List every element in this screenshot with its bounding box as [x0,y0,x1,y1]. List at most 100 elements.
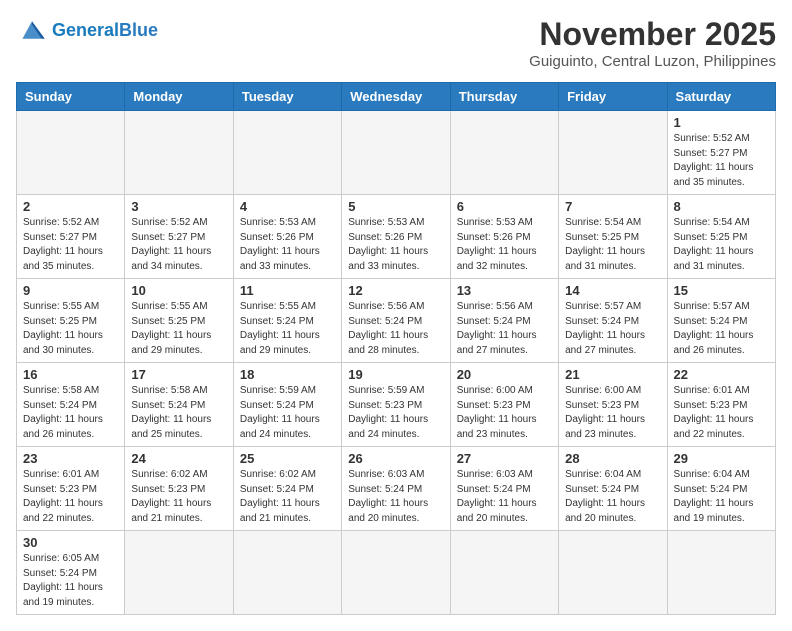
week-row-3: 16 Sunrise: 5:58 AM Sunset: 5:24 PM Dayli… [17,363,776,447]
calendar-cell [125,111,233,195]
day-number: 23 [23,451,118,466]
calendar-cell: 22 Sunrise: 6:01 AM Sunset: 5:23 PM Dayli… [667,363,775,447]
calendar-cell: 15Sunrise: 5:57 AM Sunset: 5:24 PM Dayli… [667,279,775,363]
day-info: Sunrise: 5:53 AM Sunset: 5:26 PM Dayligh… [348,216,443,274]
calendar-cell: 7 Sunrise: 5:54 AM Sunset: 5:25 PM Daylig… [559,195,667,279]
calendar-cell: 12Sunrise: 5:56 AM Sunset: 5:24 PM Dayli… [342,279,450,363]
day-number: 14 [565,283,660,298]
day-number: 19 [348,367,443,382]
day-info: Sunrise: 5:55 AM Sunset: 5:24 PM Dayligh… [240,300,335,358]
day-number: 25 [240,451,335,466]
weekday-header-thursday: Thursday [450,83,558,111]
week-row-5: 30 Sunrise: 6:05 AM Sunset: 5:24 PM Dayli… [17,531,776,615]
calendar-cell: 25 Sunrise: 6:02 AM Sunset: 5:24 PM Dayli… [233,447,341,531]
week-row-2: 9 Sunrise: 5:55 AM Sunset: 5:25 PM Daylig… [17,279,776,363]
calendar-cell [342,111,450,195]
day-info: Sunrise: 6:00 AM Sunset: 5:23 PM Dayligh… [457,384,552,442]
day-info: Sunrise: 5:53 AM Sunset: 5:26 PM Dayligh… [240,216,335,274]
day-number: 26 [348,451,443,466]
day-info: Sunrise: 5:54 AM Sunset: 5:25 PM Dayligh… [565,216,660,274]
calendar-cell: 10Sunrise: 5:55 AM Sunset: 5:25 PM Dayli… [125,279,233,363]
day-info: Sunrise: 6:02 AM Sunset: 5:24 PM Dayligh… [240,468,335,526]
location-title: Guiguinto, Central Luzon, Philippines [529,53,776,70]
calendar-cell [450,531,558,615]
day-number: 1 [674,115,769,130]
calendar-cell [17,111,125,195]
day-info: Sunrise: 5:57 AM Sunset: 5:24 PM Dayligh… [674,300,769,358]
day-info: Sunrise: 5:59 AM Sunset: 5:24 PM Dayligh… [240,384,335,442]
day-info: Sunrise: 6:04 AM Sunset: 5:24 PM Dayligh… [565,468,660,526]
month-title: November 2025 [529,16,776,53]
header: GeneralBlue November 2025 Guiguinto, Cen… [16,16,776,70]
weekday-header-sunday: Sunday [17,83,125,111]
calendar-cell: 8 Sunrise: 5:54 AM Sunset: 5:25 PM Daylig… [667,195,775,279]
weekday-header-tuesday: Tuesday [233,83,341,111]
day-number: 24 [131,451,226,466]
day-number: 17 [131,367,226,382]
logo-text: GeneralBlue [52,21,158,39]
day-number: 7 [565,199,660,214]
weekday-header-monday: Monday [125,83,233,111]
calendar-cell [342,531,450,615]
calendar-cell [667,531,775,615]
calendar-cell: 21 Sunrise: 6:00 AM Sunset: 5:23 PM Dayli… [559,363,667,447]
day-number: 21 [565,367,660,382]
calendar-cell: 17 Sunrise: 5:58 AM Sunset: 5:24 PM Dayli… [125,363,233,447]
day-number: 12 [348,283,443,298]
weekday-header-row: SundayMondayTuesdayWednesdayThursdayFrid… [17,83,776,111]
day-number: 3 [131,199,226,214]
calendar-cell: 16Sunrise: 5:58 AM Sunset: 5:24 PM Dayli… [17,363,125,447]
calendar-cell: 1Sunrise: 5:52 AM Sunset: 5:27 PM Daylig… [667,111,775,195]
day-info: Sunrise: 6:03 AM Sunset: 5:24 PM Dayligh… [348,468,443,526]
weekday-header-wednesday: Wednesday [342,83,450,111]
day-number: 18 [240,367,335,382]
day-info: Sunrise: 6:05 AM Sunset: 5:24 PM Dayligh… [23,552,118,610]
calendar-cell: 27Sunrise: 6:03 AM Sunset: 5:24 PM Dayli… [450,447,558,531]
day-number: 30 [23,535,118,550]
day-number: 22 [674,367,769,382]
day-info: Sunrise: 5:58 AM Sunset: 5:24 PM Dayligh… [131,384,226,442]
calendar-cell: 23 Sunrise: 6:01 AM Sunset: 5:23 PM Dayli… [17,447,125,531]
calendar-cell: 28Sunrise: 6:04 AM Sunset: 5:24 PM Dayli… [559,447,667,531]
logo-general: General [52,20,119,40]
calendar-cell: 11 Sunrise: 5:55 AM Sunset: 5:24 PM Dayli… [233,279,341,363]
day-number: 6 [457,199,552,214]
calendar-cell [450,111,558,195]
day-info: Sunrise: 6:04 AM Sunset: 5:24 PM Dayligh… [674,468,769,526]
calendar-cell: 20 Sunrise: 6:00 AM Sunset: 5:23 PM Dayli… [450,363,558,447]
calendar-cell [233,111,341,195]
day-number: 20 [457,367,552,382]
calendar-cell: 3Sunrise: 5:52 AM Sunset: 5:27 PM Daylig… [125,195,233,279]
calendar-cell [559,111,667,195]
day-info: Sunrise: 6:00 AM Sunset: 5:23 PM Dayligh… [565,384,660,442]
week-row-1: 2Sunrise: 5:52 AM Sunset: 5:27 PM Daylig… [17,195,776,279]
calendar-cell: 26 Sunrise: 6:03 AM Sunset: 5:24 PM Dayli… [342,447,450,531]
day-number: 11 [240,283,335,298]
day-number: 16 [23,367,118,382]
day-info: Sunrise: 6:01 AM Sunset: 5:23 PM Dayligh… [23,468,118,526]
day-number: 10 [131,283,226,298]
day-info: Sunrise: 5:55 AM Sunset: 5:25 PM Dayligh… [23,300,118,358]
calendar-cell: 14Sunrise: 5:57 AM Sunset: 5:24 PM Dayli… [559,279,667,363]
calendar-cell: 19 Sunrise: 5:59 AM Sunset: 5:23 PM Dayli… [342,363,450,447]
day-info: Sunrise: 6:02 AM Sunset: 5:23 PM Dayligh… [131,468,226,526]
calendar-table: SundayMondayTuesdayWednesdayThursdayFrid… [16,82,776,615]
day-info: Sunrise: 5:54 AM Sunset: 5:25 PM Dayligh… [674,216,769,274]
day-number: 29 [674,451,769,466]
calendar-cell: 30 Sunrise: 6:05 AM Sunset: 5:24 PM Dayli… [17,531,125,615]
calendar-cell: 9 Sunrise: 5:55 AM Sunset: 5:25 PM Daylig… [17,279,125,363]
day-number: 4 [240,199,335,214]
calendar-cell: 2Sunrise: 5:52 AM Sunset: 5:27 PM Daylig… [17,195,125,279]
day-info: Sunrise: 6:01 AM Sunset: 5:23 PM Dayligh… [674,384,769,442]
day-number: 5 [348,199,443,214]
day-info: Sunrise: 5:59 AM Sunset: 5:23 PM Dayligh… [348,384,443,442]
logo-icon [16,16,48,44]
calendar-cell: 29 Sunrise: 6:04 AM Sunset: 5:24 PM Dayli… [667,447,775,531]
day-number: 9 [23,283,118,298]
day-number: 8 [674,199,769,214]
calendar-cell [233,531,341,615]
day-number: 2 [23,199,118,214]
week-row-4: 23 Sunrise: 6:01 AM Sunset: 5:23 PM Dayli… [17,447,776,531]
calendar-cell: 18 Sunrise: 5:59 AM Sunset: 5:24 PM Dayli… [233,363,341,447]
day-number: 13 [457,283,552,298]
